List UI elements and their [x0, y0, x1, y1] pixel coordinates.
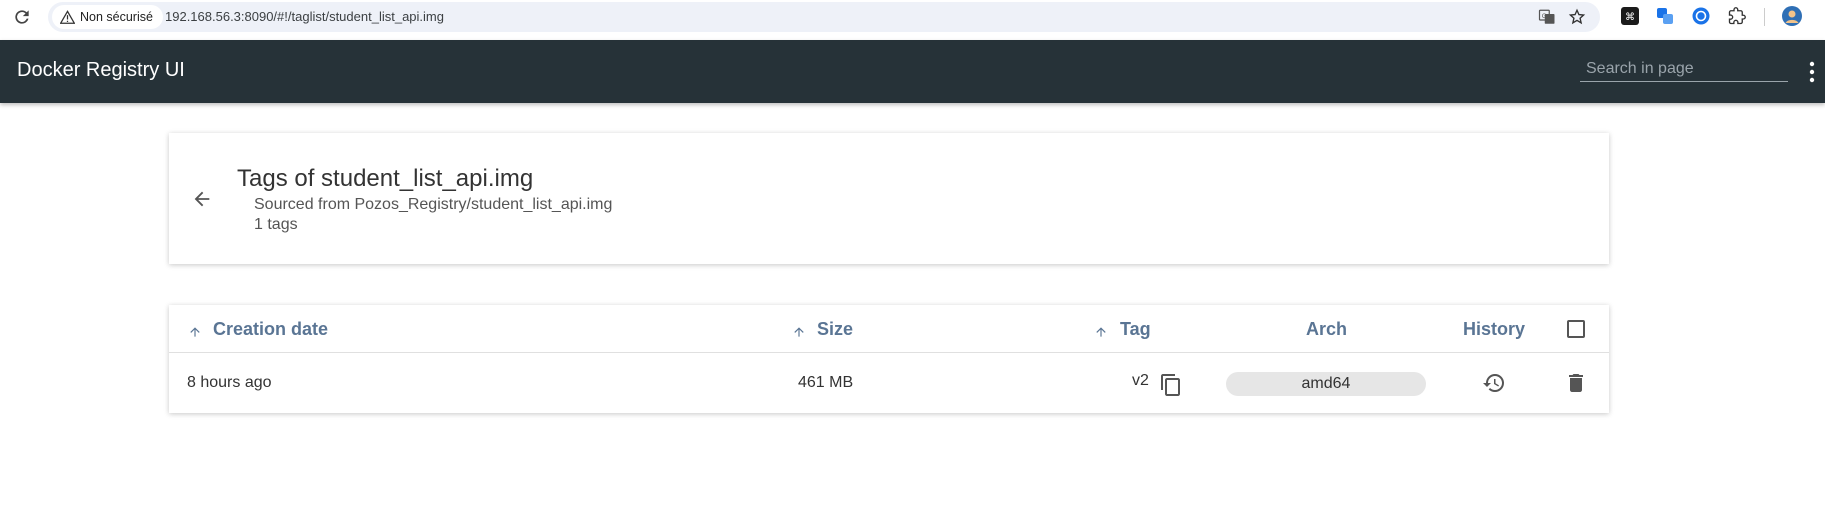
column-history: History [1463, 319, 1526, 339]
vpn-extension-icon[interactable] [1692, 7, 1710, 25]
sort-arrow-icon[interactable] [1094, 325, 1108, 339]
security-label: Non sécurisé [80, 10, 153, 24]
column-tag[interactable]: Tag [1120, 319, 1151, 340]
url-text[interactable]: 192.168.56.3:8090/#!/taglist/student_lis… [165, 2, 444, 32]
tags-table: Creation date Size Tag Arch History 8 ho… [169, 305, 1609, 413]
profile-avatar-icon[interactable] [1782, 6, 1802, 26]
creation-date-cell: 8 hours ago [187, 374, 272, 391]
delete-icon[interactable] [1564, 371, 1588, 395]
copy-icon[interactable] [1159, 373, 1183, 397]
address-bar[interactable]: Non sécurisé 192.168.56.3:8090/#!/taglis… [48, 2, 1600, 32]
tag-cell: v2 [1132, 372, 1149, 389]
source-text: Sourced from Pozos_Registry/student_list… [254, 196, 613, 213]
select-all-checkbox[interactable] [1567, 320, 1585, 338]
sort-arrow-icon[interactable] [188, 325, 202, 339]
more-menu-icon[interactable] [1806, 60, 1818, 84]
arch-chip: amd64 [1226, 372, 1426, 396]
browser-toolbar: Non sécurisé 192.168.56.3:8090/#!/taglis… [0, 0, 1825, 34]
app-title[interactable]: Docker Registry UI [17, 59, 185, 82]
back-arrow-icon[interactable] [191, 188, 213, 210]
table-header: Creation date Size Tag Arch History [169, 305, 1609, 353]
page-title: Tags of student_list_api.img [237, 165, 534, 192]
column-creation-date[interactable]: Creation date [213, 319, 328, 340]
translator-extension-icon[interactable] [1656, 7, 1674, 25]
extensions-puzzle-icon[interactable] [1728, 7, 1746, 25]
column-size[interactable]: Size [817, 319, 853, 340]
sort-arrow-icon[interactable] [792, 325, 806, 339]
toolbar-divider [1764, 8, 1765, 26]
terminal-extension-icon[interactable]: ⌘ [1621, 7, 1639, 25]
translate-icon[interactable]: G [1538, 8, 1556, 26]
header-subtitle: Sourced from Pozos_Registry/student_list… [254, 195, 612, 235]
app-toolbar: Docker Registry UI [0, 40, 1825, 103]
warning-icon [60, 10, 75, 24]
tag-list-header-card: Tags of student_list_api.img Sourced fro… [169, 133, 1609, 264]
reload-icon[interactable] [12, 7, 32, 27]
column-arch: Arch [1306, 319, 1348, 339]
history-icon[interactable] [1482, 371, 1506, 395]
svg-text:G: G [1542, 13, 1547, 20]
search-input[interactable] [1580, 56, 1788, 82]
size-cell: 461 MB [798, 374, 854, 391]
bookmark-star-icon[interactable] [1568, 8, 1586, 26]
tag-count: 1 tags [254, 216, 298, 233]
security-chip[interactable]: Non sécurisé [52, 5, 163, 29]
svg-text:⌘: ⌘ [1625, 12, 1635, 23]
